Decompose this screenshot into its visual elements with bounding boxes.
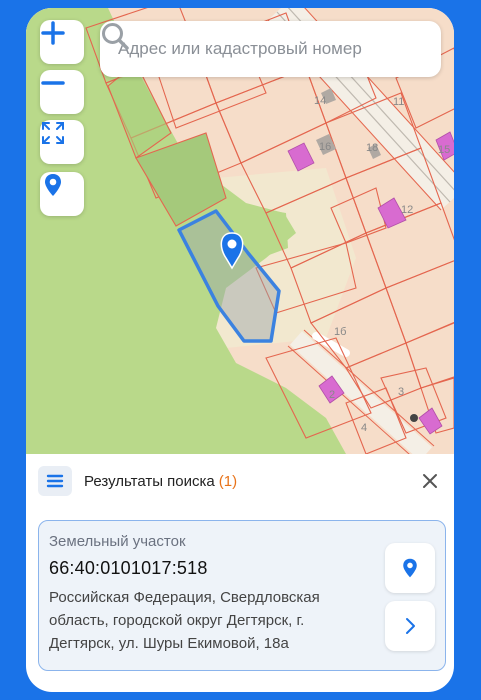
zoom-in-button[interactable] xyxy=(40,20,84,64)
cadastral-number: 66:40:0101017:518 xyxy=(49,558,208,578)
search-input[interactable] xyxy=(118,39,427,59)
map-label-1b: 1б xyxy=(334,326,346,338)
results-menu-button[interactable] xyxy=(38,466,72,496)
address-line-1: Российская Федерация, Свердловская xyxy=(49,589,320,606)
minus-icon xyxy=(41,81,65,85)
parcel-address: Российская Федерация, Свердловская облас… xyxy=(49,586,367,655)
address-line-3: Дегтярск, ул. Шуры Екимовой, 18а xyxy=(49,635,289,652)
map-label-3: 3 xyxy=(398,386,404,398)
result-card[interactable]: Земельный участок 66:40:0101017:518 Росс… xyxy=(38,520,446,671)
map-label-18: 18 xyxy=(366,142,378,154)
menu-icon xyxy=(46,474,64,488)
map-label-14: 14 xyxy=(314,95,326,107)
map-label-11: 11 xyxy=(393,96,404,108)
show-on-map-button[interactable] xyxy=(385,543,435,593)
map-label-16: 16 xyxy=(319,141,331,153)
search-box[interactable] xyxy=(100,21,441,77)
results-title: Результаты поиска xyxy=(84,472,215,490)
map-label-4: 4 xyxy=(361,422,367,434)
zoom-out-button[interactable] xyxy=(40,70,84,114)
phone-screen: 14 16 18 11 15 12 1б 2 3 4 Адрес или кад… xyxy=(26,8,454,692)
results-header: Результаты поиска (1) xyxy=(26,454,454,508)
results-count: (1) xyxy=(218,472,238,490)
my-location-button[interactable] xyxy=(40,172,84,216)
chevron-right-icon xyxy=(406,618,415,634)
search-icon[interactable] xyxy=(100,21,130,51)
map-label-12: 12 xyxy=(401,204,413,216)
expand-icon xyxy=(42,122,64,144)
location-pin-icon xyxy=(45,174,61,196)
close-icon xyxy=(423,474,437,488)
map-view[interactable]: 14 16 18 11 15 12 1б 2 3 4 xyxy=(26,8,454,454)
fullscreen-button[interactable] xyxy=(40,120,84,164)
address-line-2: область, городской округ Дегтярск, г. xyxy=(49,612,305,629)
parcel-type: Земельный участок xyxy=(49,533,186,550)
map-label-15: 15 xyxy=(438,144,450,156)
location-pin-icon xyxy=(403,558,417,578)
close-results-button[interactable] xyxy=(420,471,440,491)
map-label-2: 2 xyxy=(329,389,335,401)
open-details-button[interactable] xyxy=(385,601,435,651)
plus-icon xyxy=(41,21,65,45)
